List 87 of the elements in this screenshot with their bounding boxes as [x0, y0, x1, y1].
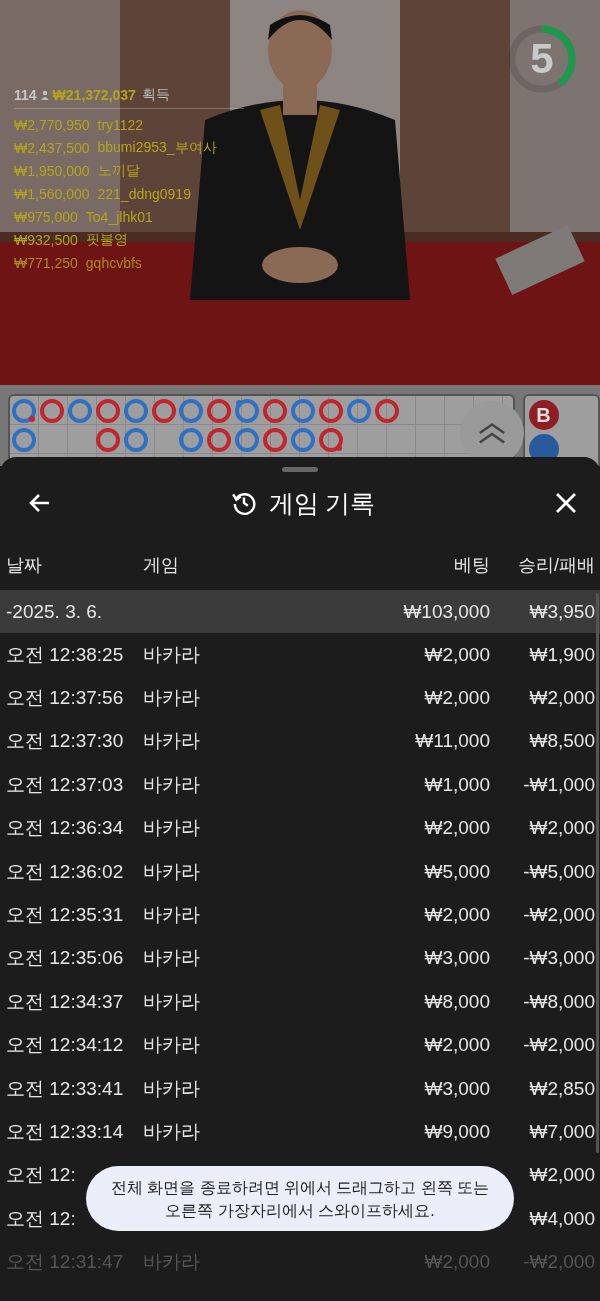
time-cell-text: 오전 12:36:02 [6, 859, 124, 884]
drag-handle[interactable] [282, 467, 318, 472]
time-cell-text: 오전 12:37:56 [6, 686, 124, 711]
column-header: 날짜 [6, 554, 42, 577]
bet-cell: ₩3,000 [424, 1077, 490, 1099]
winner-amount: ₩2,437,500 [14, 139, 90, 156]
winner-name: gqhcvbfs [85, 254, 142, 271]
result-cell-text: ₩8,500 [528, 730, 595, 753]
bet-cell: ₩2,000 [424, 1034, 490, 1056]
bet-cell: ₩3,000 [424, 947, 490, 969]
result-cell-text: -₩5,000 [522, 860, 595, 883]
game-cell: 바카라 [143, 730, 200, 752]
game-cell: 바카라 [143, 687, 200, 709]
game-cell: 바카라 [143, 1251, 200, 1273]
result-cell-text: ₩2,000 [528, 817, 595, 840]
result-cell-text: -₩1,000 [522, 773, 595, 796]
game-cell: 바카라 [143, 947, 200, 969]
result-cell-text: ₩7,000 [528, 1121, 595, 1143]
game-cell: 바카라 [143, 817, 200, 839]
result-cell-text: -₩2,000 [522, 1251, 595, 1274]
countdown-number: 5 [530, 38, 554, 80]
close-icon [554, 491, 578, 515]
bet-cell: ₩2,000 [424, 904, 490, 926]
time-cell-text: 오전 12:34:12 [6, 1033, 124, 1058]
game-cell: 바카라 [143, 1121, 200, 1142]
result-cell-text: -₩3,000 [522, 947, 595, 970]
result-cell-text: ₩1,900 [528, 643, 595, 666]
person-icon [39, 90, 50, 100]
fullscreen-toast: 전체 화면을 종료하려면 위에서 드래그하고 왼쪽 또는 오른쪽 가장자리에서 스와이프하세요. [86, 1166, 514, 1231]
winner-amount: ₩975,000 [14, 208, 78, 225]
time-cell-text: 오전 12: [6, 1163, 76, 1188]
bet-cell: ₩5,000 [424, 860, 490, 882]
scrollbar[interactable] [596, 593, 599, 1153]
time-cell-text: 오전 12:35:31 [6, 903, 124, 928]
viewer-count: 114 [14, 87, 37, 103]
winner-name: 핏불영 [85, 230, 128, 249]
time-cell-text: 오전 12:37:30 [6, 729, 124, 754]
sheet-title: 게임 기록 [268, 487, 376, 519]
time-cell-text: 오전 12:38:25 [6, 642, 124, 667]
time-cell-text: 오전 12:36:34 [6, 816, 124, 841]
time-cell-text: 오전 12: [6, 1206, 76, 1231]
result-cell-text: -₩8,000 [522, 990, 595, 1013]
date-group-row[interactable]: -2025. 3. 6. ₩103,000 ₩3,950 [0, 590, 600, 633]
column-header: 승리/패배 [517, 554, 595, 577]
result-cell-text: ₩2,000 [528, 1164, 595, 1187]
bet-cell: ₩2,000 [424, 687, 490, 709]
result-cell-text: ₩4,000 [528, 1207, 595, 1230]
result-cell-text: -₩2,000 [522, 904, 595, 927]
bet-cell: ₩8,000 [424, 990, 490, 1012]
game-cell: 바카라 [143, 1077, 200, 1099]
game-cell: 바카라 [143, 860, 200, 882]
winner-name: 노끼달 [97, 161, 140, 180]
game-cell: 바카라 [143, 643, 200, 665]
result-cell-text: ₩2,850 [528, 1077, 595, 1100]
time-cell-text: 오전 12:34:37 [6, 989, 124, 1014]
time-cell-text: 오전 12:37:03 [6, 772, 124, 797]
winner-amount: ₩771,250 [14, 254, 78, 271]
column-header: 베팅 [453, 554, 490, 577]
game-cell: 바카라 [143, 904, 200, 926]
winner-amount: ₩2,770,950 [14, 116, 90, 133]
winner-amount: ₩1,560,000 [14, 185, 90, 202]
winnings-label: 획득 [141, 86, 170, 104]
time-cell-text: 오전 12:35:06 [6, 946, 124, 971]
bet-cell: ₩1,000 [424, 773, 490, 795]
time-cell-text: 오전 12:33:41 [6, 1076, 124, 1101]
winner-name: try1122 [97, 116, 144, 133]
total-winnings: ₩21,372,037 [52, 87, 136, 103]
bet-cell: ₩2,000 [424, 817, 490, 839]
history-icon [230, 490, 257, 516]
bet-cell: ₩9,000 [424, 1121, 490, 1142]
time-cell-text: 오전 12:31:47 [6, 1250, 124, 1275]
winner-amount: ₩932,500 [14, 231, 78, 248]
chevron-up-icon [476, 421, 508, 445]
bet-cell: ₩2,000 [424, 643, 490, 665]
game-cell: 바카라 [143, 1034, 200, 1056]
banker-badge: B [528, 400, 559, 430]
bet-cell: ₩2,000 [424, 1251, 490, 1273]
winner-amount: ₩1,950,000 [14, 162, 90, 179]
game-cell: 바카라 [143, 990, 200, 1012]
column-header: 게임 [143, 554, 180, 577]
bet-cell: ₩11,000 [415, 730, 490, 752]
winner-name: 221_ddng0919 [97, 185, 191, 202]
game-cell: 바카라 [143, 773, 200, 795]
result-cell-text: ₩2,000 [528, 687, 595, 710]
time-cell-text: 오전 12:33:14 [6, 1120, 124, 1144]
result-cell-text: -₩2,000 [522, 1034, 595, 1057]
winner-name: To4_jlhk01 [85, 208, 153, 225]
